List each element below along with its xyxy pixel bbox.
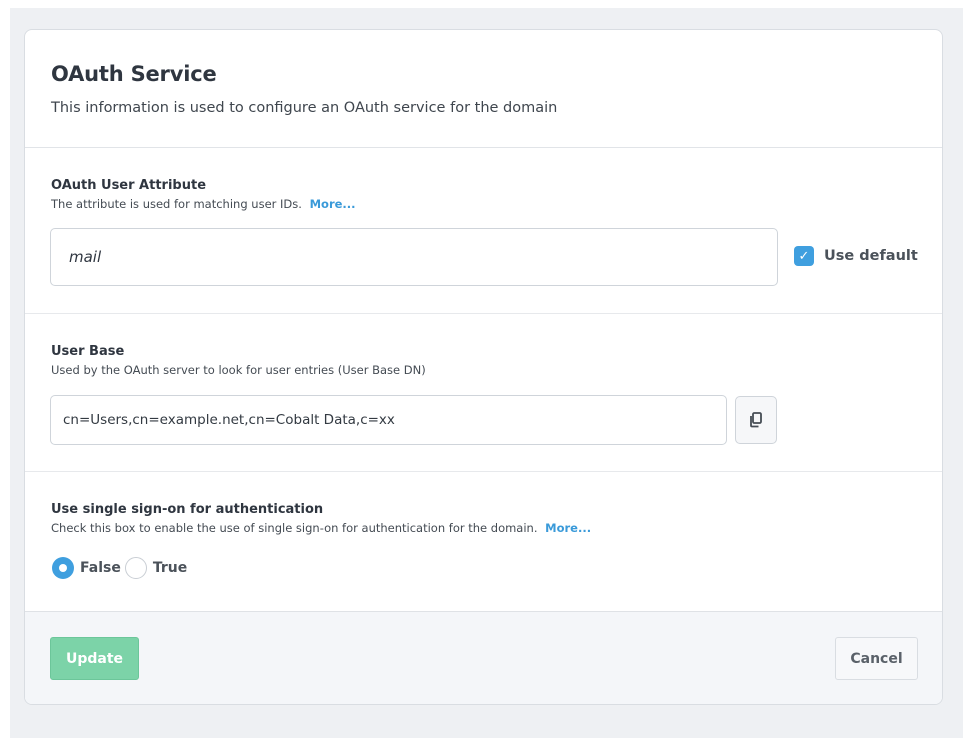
sso-label: Use single sign-on for authentication xyxy=(51,502,324,517)
page-description: This information is used to configure an… xyxy=(51,100,558,116)
user-base-label: User Base xyxy=(51,344,125,359)
oauth-user-attribute-more-link[interactable]: More... xyxy=(310,197,356,211)
copy-icon xyxy=(750,412,762,428)
sso-section: Use single sign-on for authentication Ch… xyxy=(25,472,942,612)
oauth-user-attribute-input[interactable] xyxy=(50,228,778,286)
oauth-service-card: OAuth Service This information is used t… xyxy=(24,29,943,705)
user-base-input[interactable] xyxy=(50,395,727,445)
sso-option-false-label[interactable]: False xyxy=(80,560,121,576)
sso-radio-true[interactable] xyxy=(124,557,147,579)
checkmark-icon[interactable]: ✓ xyxy=(794,246,814,266)
sso-hint: Check this box to enable the use of sing… xyxy=(51,521,916,535)
use-default-label[interactable]: Use default xyxy=(824,248,918,264)
use-default-checkbox[interactable]: ✓ Use default xyxy=(794,246,918,266)
cancel-button[interactable]: Cancel xyxy=(835,637,918,680)
oauth-user-attribute-hint-text: The attribute is used for matching user … xyxy=(51,197,302,211)
card-header: OAuth Service This information is used t… xyxy=(25,30,942,148)
sso-hint-text: Check this box to enable the use of sing… xyxy=(51,521,538,535)
oauth-user-attribute-hint: The attribute is used for matching user … xyxy=(51,197,916,211)
sso-radio-group: False True xyxy=(52,557,191,579)
card-footer: Update Cancel xyxy=(25,612,942,704)
sso-more-link[interactable]: More... xyxy=(545,521,591,535)
update-button[interactable]: Update xyxy=(50,637,139,680)
user-base-hint: Used by the OAuth server to look for use… xyxy=(51,363,426,377)
sso-option-true-label[interactable]: True xyxy=(153,560,187,576)
page-title: OAuth Service xyxy=(51,62,217,86)
user-base-section: User Base Used by the OAuth server to lo… xyxy=(25,314,942,472)
oauth-user-attribute-label: OAuth User Attribute xyxy=(51,178,207,193)
sso-radio-false[interactable] xyxy=(52,557,74,579)
copy-button[interactable] xyxy=(735,396,777,444)
